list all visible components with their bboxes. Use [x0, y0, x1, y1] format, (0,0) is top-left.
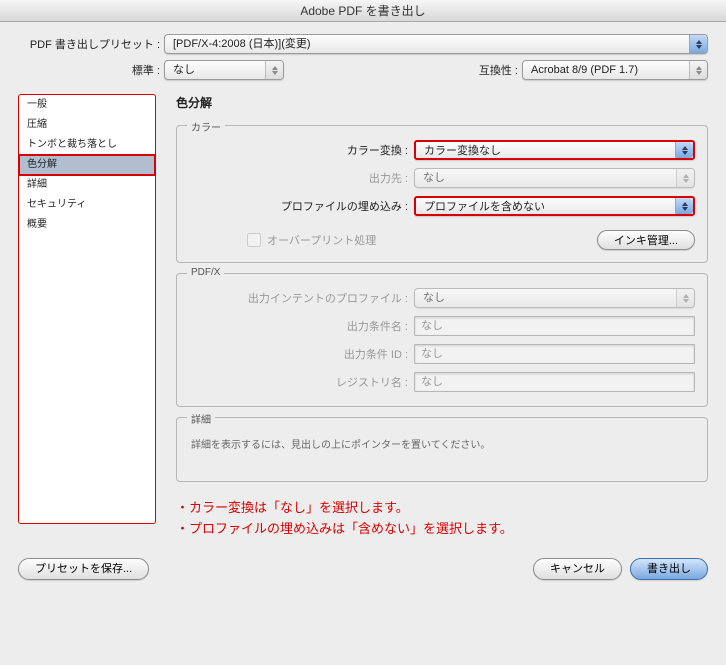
standard-value: なし: [173, 64, 195, 76]
standard-label: 標準 :: [18, 62, 164, 78]
sidebar-item-3[interactable]: 色分解: [19, 155, 155, 175]
overprint-checkbox-input: [247, 233, 261, 247]
sidebar-item-2[interactable]: トンボと裁ち落とし: [19, 135, 155, 155]
output-cond-name-field: なし: [414, 316, 695, 336]
compat-select[interactable]: Acrobat 8/9 (PDF 1.7): [522, 60, 708, 80]
compat-label: 互換性 :: [479, 62, 522, 78]
output-cond-id-row: 出力条件 ID : なし: [189, 344, 695, 364]
chevron-updown-icon: [676, 169, 694, 187]
sidebar-item-1[interactable]: 圧縮: [19, 115, 155, 135]
output-cond-id-label: 出力条件 ID :: [189, 346, 414, 362]
sidebar-item-5[interactable]: セキュリティ: [19, 195, 155, 215]
output-dest-row: 出力先 : なし: [189, 168, 695, 188]
body-area: 一般圧縮トンボと裁ち落とし色分解詳細セキュリティ概要 色分解 カラー カラー変換…: [18, 94, 708, 540]
panel-heading: 色分解: [176, 94, 708, 111]
color-conversion-row: カラー変換 : カラー変換なし: [189, 140, 695, 160]
chevron-updown-icon: [689, 35, 707, 53]
sidebar: 一般圧縮トンボと裁ち落とし色分解詳細セキュリティ概要: [18, 94, 156, 524]
annotation-line-1: ・カラー変換は「なし」を選択します。: [176, 498, 708, 519]
sidebar-item-4[interactable]: 詳細: [19, 175, 155, 195]
output-intent-label: 出力インテントのプロファイル :: [189, 290, 414, 306]
sidebar-item-6[interactable]: 概要: [19, 215, 155, 235]
output-intent-select: なし: [414, 288, 695, 308]
color-fieldset: カラー カラー変換 : カラー変換なし 出力先 : なし: [176, 125, 708, 263]
output-dest-value: なし: [423, 172, 445, 184]
pdfx-fieldset: PDF/X 出力インテントのプロファイル : なし 出力条件名 : なし 出力条…: [176, 273, 708, 407]
preset-value: [PDF/X-4:2008 (日本)](変更): [173, 38, 311, 50]
compat-value: Acrobat 8/9 (PDF 1.7): [531, 64, 638, 76]
registry-name-row: レジストリ名 : なし: [189, 372, 695, 392]
registry-name-label: レジストリ名 :: [189, 374, 414, 390]
annotation-line-2: ・プロファイルの埋め込みは「含めない」を選択します。: [176, 519, 708, 540]
standard-compat-row: 標準 : なし 互換性 : Acrobat 8/9 (PDF 1.7): [18, 60, 708, 80]
preset-select[interactable]: [PDF/X-4:2008 (日本)](変更): [164, 34, 708, 54]
output-cond-name-row: 出力条件名 : なし: [189, 316, 695, 336]
output-dest-select: なし: [414, 168, 695, 188]
output-intent-value: なし: [423, 292, 445, 304]
profile-embed-label: プロファイルの埋め込み :: [189, 198, 414, 214]
color-conversion-select[interactable]: カラー変換なし: [414, 140, 695, 160]
footer: プリセットを保存... キャンセル 書き出し: [18, 558, 708, 580]
detail-hint: 詳細を表示するには、見出しの上にポインターを置いてください。: [189, 432, 695, 469]
chevron-updown-icon: [265, 61, 283, 79]
cancel-button[interactable]: キャンセル: [533, 558, 622, 580]
registry-name-field: なし: [414, 372, 695, 392]
color-conversion-value: カラー変換なし: [424, 145, 501, 157]
overprint-label: オーバープリント処理: [267, 232, 376, 248]
profile-embed-select[interactable]: プロファイルを含めない: [414, 196, 695, 216]
color-legend: カラー: [187, 119, 225, 134]
output-cond-id-field: なし: [414, 344, 695, 364]
chevron-updown-icon: [675, 142, 693, 158]
profile-embed-value: プロファイルを含めない: [424, 201, 545, 213]
preset-label: PDF 書き出しプリセット :: [18, 36, 164, 52]
chevron-updown-icon: [675, 198, 693, 214]
annotation-text: ・カラー変換は「なし」を選択します。 ・プロファイルの埋め込みは「含めない」を選…: [176, 498, 708, 540]
standard-select[interactable]: なし: [164, 60, 284, 80]
detail-legend: 詳細: [187, 411, 215, 426]
main-panel: 色分解 カラー カラー変換 : カラー変換なし 出力先 : なし: [176, 94, 708, 540]
preset-row: PDF 書き出しプリセット : [PDF/X-4:2008 (日本)](変更): [18, 34, 708, 54]
ink-manager-button[interactable]: インキ管理...: [597, 230, 695, 250]
pdfx-legend: PDF/X: [187, 267, 224, 278]
detail-fieldset: 詳細 詳細を表示するには、見出しの上にポインターを置いてください。: [176, 417, 708, 482]
sidebar-item-0[interactable]: 一般: [19, 95, 155, 115]
window-title: Adobe PDF を書き出し: [0, 0, 726, 22]
output-dest-label: 出力先 :: [189, 170, 414, 186]
overprint-checkbox: オーバープリント処理: [247, 232, 376, 248]
output-cond-name-label: 出力条件名 :: [189, 318, 414, 334]
profile-embed-row: プロファイルの埋め込み : プロファイルを含めない: [189, 196, 695, 216]
export-button[interactable]: 書き出し: [630, 558, 708, 580]
chevron-updown-icon: [689, 61, 707, 79]
output-intent-row: 出力インテントのプロファイル : なし: [189, 288, 695, 308]
save-preset-button[interactable]: プリセットを保存...: [18, 558, 149, 580]
chevron-updown-icon: [676, 289, 694, 307]
color-conversion-label: カラー変換 :: [189, 142, 414, 158]
